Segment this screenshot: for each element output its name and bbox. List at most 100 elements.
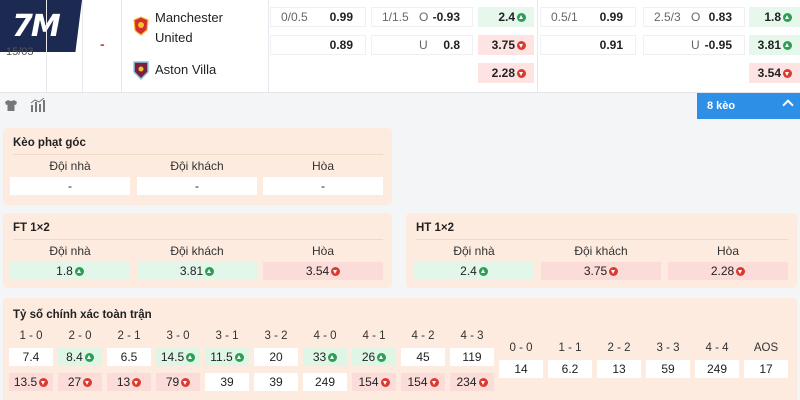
trend-up-icon [783,40,792,50]
under-label: U [691,38,700,52]
odds-cell[interactable]: 3.81 [137,262,257,280]
score-odds-cell[interactable]: 20 [254,348,298,366]
markets-toggle-button[interactable]: 8 kèo [697,93,800,119]
score-odds-cell[interactable]: 17 [744,360,788,378]
odds-cell[interactable]: 3.54 [263,262,383,280]
panel-title: Kèo phạt góc [13,137,86,149]
away-overunder-cell[interactable]: U 0.8 [371,35,473,55]
trend-up-icon [74,266,84,276]
score-odds-cell[interactable]: 8.4 [58,348,102,366]
score-odds-cell[interactable]: 119 [450,348,494,366]
trend-down-icon [132,377,142,387]
handicap-odds: 0.91 [599,38,623,52]
score-odds-cell[interactable]: 13.5 [9,373,53,391]
odds-cell[interactable]: 1.8 [10,262,130,280]
trend-up-icon [186,352,196,362]
score-odds-cell[interactable]: 39 [254,373,298,391]
odds-value: 1.8 [56,264,73,278]
odds-value: 17 [759,362,773,376]
odds-cell[interactable]: 2.28 [668,262,788,280]
ht-away-handicap-cell[interactable]: 0.91 [540,35,636,55]
overunder-odds: 0.8 [443,38,460,52]
odds-value: 27 [67,375,82,389]
odds-cell[interactable]: 2.4 [414,262,534,280]
score-odds-cell[interactable]: 154 [401,373,445,391]
odds-value: 13 [612,362,626,376]
col-header-away: Đội khách [170,159,224,173]
ht-away-1x2-cell[interactable]: 3.81 [749,35,800,55]
odds-value: - [321,179,325,193]
ht-overunder-cell[interactable]: 2.5/3 O 0.83 [643,7,745,27]
score-label: 2 - 0 [68,330,92,342]
col-header-home: Đội nhà [49,159,91,173]
trend-down-icon [83,377,93,387]
ht-draw-1x2-cell[interactable]: 3.54 [749,63,800,83]
score-odds-cell[interactable]: 13 [107,373,151,391]
overunder-odds: 0.83 [708,10,732,24]
score-label: 4 - 3 [460,330,484,342]
trend-up-icon [478,266,488,276]
trend-down-icon [39,377,49,387]
home-handicap-cell[interactable]: 0/0.5 0.99 [270,7,366,27]
home-1x2-cell[interactable]: 2.4 [478,7,534,27]
away-1x2-cell[interactable]: 3.75 [478,35,534,55]
odds-cell[interactable]: - [263,177,383,195]
score-odds-cell[interactable]: 6.2 [548,360,592,378]
odds-value: 26 [361,350,376,364]
manchester-united-crest-icon [133,16,149,36]
score-odds-cell[interactable]: 45 [401,348,445,366]
ht-handicap-cell[interactable]: 0.5/1 0.99 [540,7,636,27]
score-label: 2 - 1 [117,330,141,342]
score-label: AOS [753,342,779,354]
score-odds-cell[interactable]: 7.4 [9,348,53,366]
odds-cell[interactable]: 3.75 [541,262,661,280]
odds-value: 6.5 [120,350,138,364]
chevron-up-icon [782,99,794,111]
over-label: O [691,10,701,24]
score-odds-cell[interactable]: 154 [352,373,396,391]
odds-cell[interactable]: - [137,177,257,195]
divider [537,0,538,92]
handicap-odds: 0.99 [329,10,353,24]
handicap-line: 0.5/1 [551,10,578,24]
away-team-name[interactable]: Aston Villa [155,60,216,80]
trend-up-icon [783,12,792,22]
score-odds-cell[interactable]: 249 [303,373,347,391]
score-label: 1 - 0 [19,330,43,342]
draw-1x2-cell[interactable]: 2.28 [478,63,534,83]
ht-away-overunder-cell[interactable]: U -0.95 [643,35,745,55]
score-odds-cell[interactable]: 26 [352,348,396,366]
score-odds-cell[interactable]: 39 [205,373,249,391]
site-logo[interactable]: 7M [0,0,82,52]
score-odds-cell[interactable]: 27 [58,373,102,391]
odds-value: 13 [116,375,131,389]
score-odds-cell[interactable]: 79 [156,373,200,391]
shirt-icon[interactable] [4,99,18,112]
score-odds-cell[interactable]: 59 [646,360,690,378]
score-odds-cell[interactable]: 6.5 [107,348,151,366]
score-odds-cell[interactable]: 11.5 [205,348,249,366]
score-label: 1 - 1 [558,342,582,354]
score-odds-cell[interactable]: 13 [597,360,641,378]
score-label: 4 - 1 [362,330,386,342]
ht-1x2-cell[interactable]: 1.8 [749,7,800,27]
corner-kick-panel: Kèo phạt góc Đội nhà Đội khách Hòa - - - [3,128,392,205]
odds-value: - [68,179,72,193]
score-odds-cell[interactable]: 14.5 [156,348,200,366]
stats-chart-icon[interactable] [30,98,46,113]
divider [13,239,383,240]
trend-down-icon [181,377,191,387]
score-odds-cell[interactable]: 14 [499,360,543,378]
odds-value: 249 [706,362,728,376]
home-team-name[interactable]: Manchester United [155,8,245,48]
col-header-draw: Hòa [311,244,334,258]
odds-value: 3.75 [491,38,515,52]
odds-cell[interactable]: - [10,177,130,195]
odds-value: 2.28 [710,264,735,278]
score-odds-cell[interactable]: 249 [695,360,739,378]
away-handicap-cell[interactable]: 0.89 [270,35,366,55]
score-odds-cell[interactable]: 33 [303,348,347,366]
score-odds-cell[interactable]: 234 [450,373,494,391]
home-overunder-cell[interactable]: 1/1.5 O -0.93 [371,7,473,27]
odds-value: 2.4 [460,264,477,278]
